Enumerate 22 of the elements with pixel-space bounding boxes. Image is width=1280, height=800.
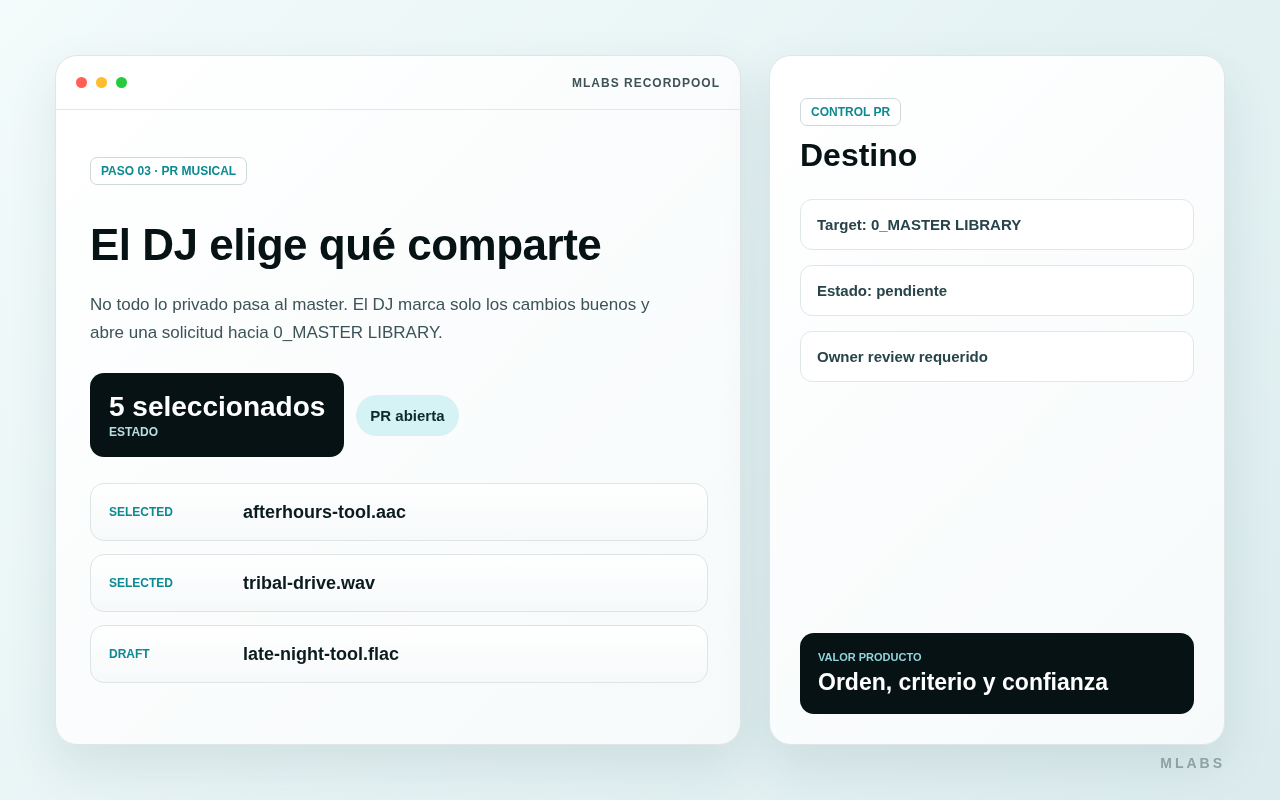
status-value: 5 seleccionados xyxy=(109,391,326,424)
info-item: Target: 0_MASTER LIBRARY xyxy=(800,199,1194,251)
value-label: VALOR PRODUCTO xyxy=(818,651,923,663)
file-status: DRAFT xyxy=(109,647,151,662)
status-label: ESTADO xyxy=(109,425,160,440)
file-status: SELECTED xyxy=(109,576,174,591)
status-pill: PR abierta xyxy=(356,394,459,436)
info-item: Owner review requerido xyxy=(800,331,1194,383)
brand-mark: MLABS xyxy=(1160,755,1225,771)
file-name: tribal-drive.wav xyxy=(243,572,376,594)
panel-badge: CONTROL PR xyxy=(800,98,902,126)
file-status: SELECTED xyxy=(109,505,174,520)
value-text: Orden, criterio y confianza xyxy=(818,669,1110,696)
file-name: afterhours-tool.aac xyxy=(243,501,407,523)
file-name: late-night-tool.flac xyxy=(243,643,399,665)
step-badge: PASO 03 · PR MUSICAL xyxy=(90,157,248,185)
window-controls-icon xyxy=(76,77,127,88)
window-title: MLABS RECORDPOOL xyxy=(572,75,720,90)
description: No todo lo privado pasa al master. El DJ marca solo los cambios buenos y abre una solicitud hacia 0_MASTER LIBRARY. xyxy=(90,294,651,345)
heading: El DJ elige qué comparte xyxy=(90,221,603,270)
info-item: Estado: pendiente xyxy=(800,265,1194,317)
panel-title: Destino xyxy=(800,138,919,174)
